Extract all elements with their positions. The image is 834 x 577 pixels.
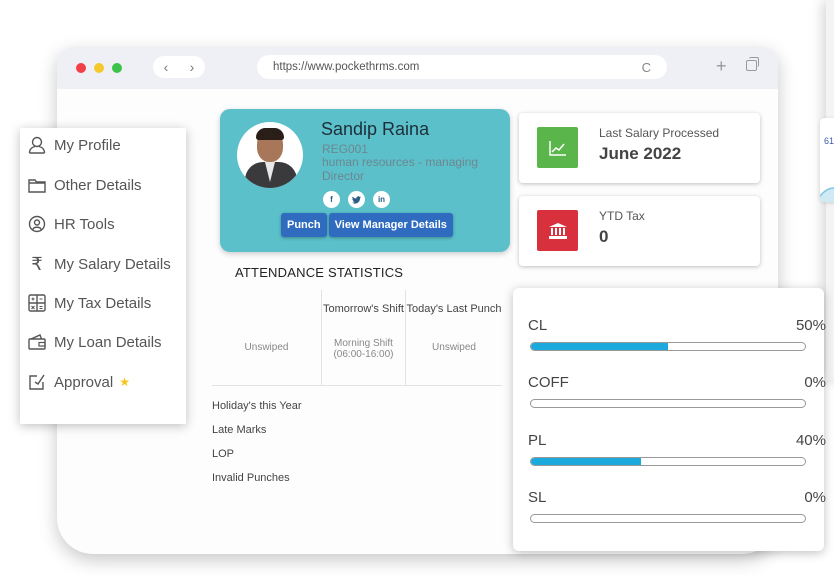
- approval-icon: [26, 371, 48, 393]
- attendance-item-lop[interactable]: LOP: [212, 447, 302, 471]
- avatar: [237, 122, 303, 188]
- hr-tools-icon: [26, 213, 48, 235]
- leave-percent: 0%: [804, 489, 826, 506]
- leave-balance-panel: CL 50% COFF 0% PL 40% SL 0%: [513, 288, 826, 551]
- attendance-col-value: Unswiped: [244, 342, 289, 353]
- leave-row-sl: SL 0%: [528, 489, 826, 529]
- profile-actions: Punch View Manager Details: [281, 213, 455, 237]
- sidebar-item-label: Approval: [54, 373, 114, 391]
- url-text[interactable]: https://www.pockethrms.com: [273, 61, 642, 73]
- forward-button[interactable]: ›: [179, 56, 205, 78]
- employee-id: REG001: [322, 142, 369, 156]
- sidebar-item-label: Other Details: [54, 176, 142, 194]
- twitter-icon[interactable]: [348, 191, 365, 208]
- leave-progress-bar: [530, 399, 806, 408]
- sidebar-item-hr-tools[interactable]: HR Tools: [26, 210, 115, 238]
- trend-chart-icon: [537, 127, 578, 168]
- attendance-item-late-marks[interactable]: Late Marks: [212, 423, 302, 447]
- nav-buttons: ‹ ›: [153, 56, 205, 78]
- leave-row-cl: CL 50%: [528, 317, 826, 357]
- leave-progress-bar: [530, 514, 806, 523]
- sidebar-item-approval[interactable]: Approval ★: [26, 368, 130, 396]
- folder-icon: [26, 174, 48, 196]
- maximize-window-button[interactable]: [112, 63, 122, 73]
- minimize-window-button[interactable]: [94, 63, 104, 73]
- leave-percent: 0%: [804, 374, 826, 391]
- leave-progress-bar: [530, 457, 806, 466]
- leave-row-pl: PL 40%: [528, 432, 826, 472]
- leave-percent: 50%: [795, 317, 826, 334]
- avatar-hair: [256, 128, 284, 140]
- ytd-tax-label: YTD Tax: [599, 209, 645, 223]
- attendance-grid: Unswiped Tomorrow's Shift Morning Shift …: [212, 290, 502, 386]
- employee-role: human resources - managing Director: [322, 155, 479, 183]
- last-salary-value: June 2022: [599, 144, 682, 163]
- sidebar-item-my-tax-details[interactable]: My Tax Details: [26, 289, 151, 317]
- sidebar-item-my-profile[interactable]: My Profile: [26, 131, 121, 159]
- sidebar-item-other-details[interactable]: Other Details: [26, 171, 142, 199]
- user-icon: [26, 134, 48, 156]
- facebook-icon[interactable]: f: [323, 191, 340, 208]
- wave-chart-icon: [820, 187, 834, 202]
- stage: 61 ‹ › https://www.pockethrms.com C + Sa…: [0, 0, 834, 577]
- sidebar-item-label: My Salary Details: [54, 255, 171, 273]
- profile-card: Sandip Raina REG001 human resources - ma…: [220, 109, 510, 252]
- ytd-tax-value: 0: [599, 227, 609, 246]
- sidebar-item-label: My Tax Details: [54, 294, 152, 312]
- attendance-col-header: Tomorrow's Shift: [323, 303, 404, 315]
- sidebar-item-my-salary-details[interactable]: ₹ My Salary Details: [26, 250, 171, 278]
- attendance-list: Holiday's this Year Late Marks LOP Inval…: [212, 399, 302, 495]
- sidebar-item-my-loan-details[interactable]: My Loan Details: [26, 328, 162, 356]
- back-button[interactable]: ‹: [153, 56, 179, 78]
- wallet-icon: [26, 331, 48, 353]
- attendance-col-tomorrow-shift: Tomorrow's Shift Morning Shift (06:00-16…: [321, 290, 405, 386]
- attendance-col-header: Today's Last Punch: [406, 303, 502, 315]
- last-salary-card[interactable]: Last Salary Processed June 2022: [519, 113, 760, 183]
- reload-icon[interactable]: C: [642, 60, 651, 75]
- leave-progress-fill: [531, 458, 641, 465]
- social-links: f in: [323, 191, 390, 208]
- address-bar[interactable]: https://www.pockethrms.com C: [257, 55, 667, 79]
- ytd-tax-card[interactable]: YTD Tax 0: [519, 196, 760, 266]
- punch-button[interactable]: Punch: [281, 213, 327, 237]
- attendance-col-last-punch: Today's Last Punch Unswiped: [405, 290, 502, 386]
- leave-type: COFF: [528, 374, 569, 391]
- last-salary-label: Last Salary Processed: [599, 126, 720, 140]
- browser-titlebar: ‹ › https://www.pockethrms.com C +: [57, 47, 778, 89]
- leave-row-coff: COFF 0%: [528, 374, 826, 414]
- sidebar-item-label: HR Tools: [54, 215, 115, 233]
- new-tab-button[interactable]: +: [716, 56, 727, 77]
- background-card: 61: [820, 118, 834, 202]
- tabs-overview-icon[interactable]: [746, 57, 759, 71]
- linkedin-icon[interactable]: in: [373, 191, 390, 208]
- view-manager-details-button[interactable]: View Manager Details: [328, 213, 453, 237]
- attendance-item-holidays[interactable]: Holiday's this Year: [212, 399, 302, 423]
- leave-progress-fill: [531, 343, 668, 350]
- attendance-item-invalid-punches[interactable]: Invalid Punches: [212, 471, 302, 495]
- sidebar-menu: My Profile Other Details HR Tools ₹ My S…: [20, 128, 186, 424]
- sidebar-item-label: My Loan Details: [54, 333, 162, 351]
- leave-type: CL: [528, 317, 548, 334]
- rupee-icon: ₹: [31, 253, 43, 274]
- background-card-value: 61: [824, 136, 834, 146]
- employee-name: Sandip Raina: [321, 119, 430, 139]
- calculator-icon: [26, 292, 48, 314]
- sidebar-item-label: My Profile: [54, 136, 121, 154]
- attendance-col-status: Unswiped: [212, 290, 321, 386]
- close-window-button[interactable]: [76, 63, 86, 73]
- attendance-col-value: Unswiped: [432, 342, 476, 353]
- leave-percent: 40%: [795, 432, 826, 449]
- attendance-title: ATTENDANCE STATISTICS: [235, 265, 404, 280]
- leave-progress-bar: [530, 342, 806, 351]
- bank-icon: [537, 210, 578, 251]
- leave-type: SL: [528, 489, 547, 506]
- leave-type: PL: [528, 432, 547, 449]
- star-badge-icon: ★: [119, 375, 130, 389]
- attendance-col-value: Morning Shift (06:00-16:00): [333, 338, 394, 360]
